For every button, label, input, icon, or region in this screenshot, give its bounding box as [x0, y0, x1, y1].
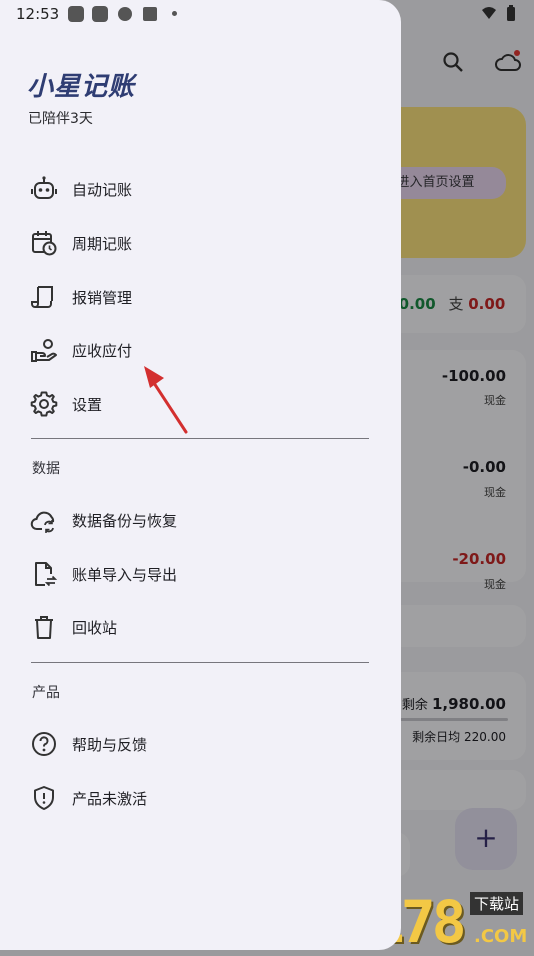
menu-item-receivables-payables[interactable]: 应收应付 — [18, 328, 378, 372]
receipt-icon — [31, 286, 53, 308]
gear-icon — [30, 391, 58, 417]
calendar-clock-icon — [32, 231, 57, 256]
menu-label: 应收应付 — [72, 342, 133, 360]
menu-label: 周期记账 — [72, 235, 133, 253]
notification-icon — [68, 6, 84, 22]
menu-item-reimbursement[interactable]: 报销管理 — [18, 275, 378, 319]
section-header-data: 数据 — [32, 461, 60, 477]
shield-alert-icon — [34, 786, 54, 810]
divider — [31, 438, 369, 439]
cloud-sync-icon — [30, 511, 55, 533]
divider — [31, 662, 369, 663]
menu-label: 账单导入与导出 — [72, 566, 178, 584]
menu-label: 报销管理 — [72, 289, 133, 307]
trash-icon — [35, 616, 53, 639]
notification-icon — [92, 6, 108, 22]
menu-item-settings[interactable]: 设置 — [18, 382, 378, 426]
menu-item-product-activation[interactable]: 产品未激活 — [18, 776, 378, 820]
menu-item-auto-bookkeeping[interactable]: 自动记账 — [18, 167, 378, 211]
status-bar: 12:53 — [0, 0, 534, 28]
menu-item-recycle-bin[interactable]: 回收站 — [18, 605, 378, 649]
hand-person-icon — [31, 339, 57, 362]
wifi-battery-icon — [482, 5, 515, 21]
navigation-drawer: 小星记账 已陪伴3天 自动记账 周期记账 报销管理 应收应付 设置 数据 数据备… — [0, 0, 401, 950]
robot-icon — [31, 176, 57, 199]
status-time: 12:53 — [16, 5, 60, 23]
more-notifications-icon — [172, 11, 177, 16]
menu-label: 回收站 — [72, 619, 118, 637]
menu-label: 产品未激活 — [72, 790, 148, 808]
app-title: 小星记账 — [27, 72, 136, 102]
menu-label: 设置 — [72, 396, 103, 414]
menu-item-periodic-bookkeeping[interactable]: 周期记账 — [18, 221, 378, 265]
menu-label: 自动记账 — [72, 181, 133, 199]
menu-item-help-feedback[interactable]: 帮助与反馈 — [18, 722, 378, 766]
days-accompanied: 已陪伴3天 — [28, 111, 93, 127]
annotation-arrow-icon — [144, 366, 188, 434]
menu-label: 数据备份与恢复 — [72, 512, 178, 530]
menu-label: 帮助与反馈 — [72, 736, 148, 754]
file-transfer-icon — [35, 562, 58, 587]
app-notification-icon — [118, 7, 132, 21]
section-header-product: 产品 — [32, 685, 60, 701]
watermark-domain: .COM — [474, 926, 528, 947]
menu-item-import-export[interactable]: 账单导入与导出 — [18, 552, 378, 596]
menu-item-backup-restore[interactable]: 数据备份与恢复 — [18, 498, 378, 542]
help-circle-icon — [32, 732, 56, 756]
app-notification-icon — [143, 7, 157, 21]
watermark-site: 下载站 — [470, 892, 524, 915]
